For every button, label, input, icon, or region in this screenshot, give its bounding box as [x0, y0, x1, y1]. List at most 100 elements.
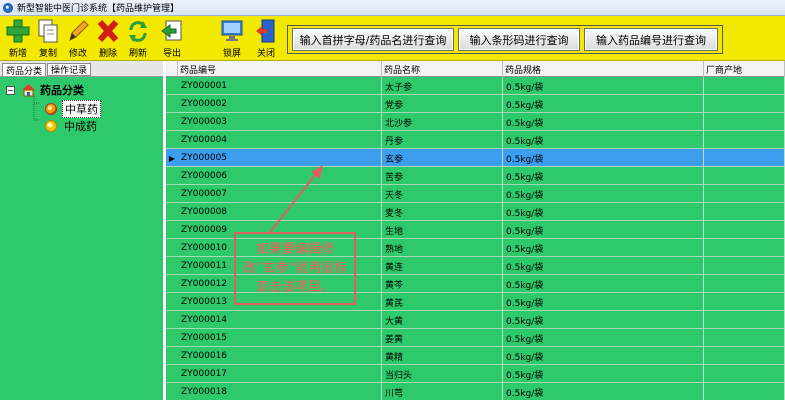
- cell-name[interactable]: 黄精: [382, 347, 503, 365]
- cell-code[interactable]: ZY000006: [178, 167, 382, 185]
- tab-operation-log[interactable]: 操作记录: [47, 63, 92, 76]
- row-selector[interactable]: [166, 113, 178, 131]
- cell-name[interactable]: 大黄: [382, 311, 503, 329]
- column-header-origin[interactable]: 厂商产地: [704, 61, 785, 77]
- cell-spec[interactable]: 0.5kg/袋: [503, 113, 704, 131]
- tree-item-herbal[interactable]: 中草药: [45, 100, 101, 118]
- cell-name[interactable]: 黄芩: [382, 275, 503, 293]
- cell-origin[interactable]: [704, 329, 785, 347]
- query-barcode-button[interactable]: 输入条形码进行查询: [458, 28, 580, 51]
- cell-spec[interactable]: 0.5kg/袋: [503, 131, 704, 149]
- row-selector[interactable]: [166, 185, 178, 203]
- delete-button[interactable]: 删除: [94, 18, 122, 60]
- cell-code[interactable]: ZY000018: [178, 383, 382, 400]
- cell-origin[interactable]: [704, 275, 785, 293]
- tree-item-patent[interactable]: 中成药: [45, 118, 99, 134]
- cell-spec[interactable]: 0.5kg/袋: [503, 185, 704, 203]
- row-selector[interactable]: [166, 275, 178, 293]
- cell-spec[interactable]: 0.5kg/袋: [503, 347, 704, 365]
- export-button[interactable]: 导出: [158, 18, 186, 60]
- cell-origin[interactable]: [704, 257, 785, 275]
- cell-origin[interactable]: [704, 167, 785, 185]
- table-row[interactable]: ZY000002 党参 0.5kg/袋: [166, 95, 785, 113]
- table-row[interactable]: ZY000014 大黄 0.5kg/袋: [166, 311, 785, 329]
- table-row[interactable]: ZY000001 太子参 0.5kg/袋: [166, 77, 785, 95]
- cell-name[interactable]: 黄芪: [382, 293, 503, 311]
- close-button[interactable]: 关闭: [252, 18, 280, 60]
- table-row[interactable]: ZY000007 天冬 0.5kg/袋: [166, 185, 785, 203]
- cell-name[interactable]: 天冬: [382, 185, 503, 203]
- copy-button[interactable]: 复制: [34, 18, 62, 60]
- column-header-name[interactable]: 药品名称: [382, 61, 503, 77]
- cell-code[interactable]: ZY000004: [178, 131, 382, 149]
- cell-spec[interactable]: 0.5kg/袋: [503, 383, 704, 400]
- cell-name[interactable]: 川芎: [382, 383, 503, 400]
- cell-spec[interactable]: 0.5kg/袋: [503, 167, 704, 185]
- cell-name[interactable]: 丹参: [382, 131, 503, 149]
- refresh-button[interactable]: 刷新: [124, 18, 152, 60]
- lock-screen-button[interactable]: 锁屏: [218, 18, 246, 60]
- collapse-icon[interactable]: −: [6, 85, 15, 95]
- table-row[interactable]: ZY000017 当归头 0.5kg/袋: [166, 365, 785, 383]
- cell-code[interactable]: ZY000007: [178, 185, 382, 203]
- row-selector[interactable]: [166, 221, 178, 239]
- cell-spec[interactable]: 0.5kg/袋: [503, 95, 704, 113]
- cell-code[interactable]: ZY000002: [178, 95, 382, 113]
- query-pinyin-button[interactable]: 输入首拼字母/药品名进行查询: [292, 28, 454, 51]
- cell-name[interactable]: 北沙参: [382, 113, 503, 131]
- cell-origin[interactable]: [704, 77, 785, 95]
- row-selector[interactable]: [166, 131, 178, 149]
- cell-code[interactable]: ZY000005: [178, 149, 382, 167]
- column-header-code[interactable]: 药品编号: [178, 61, 382, 77]
- cell-code[interactable]: ZY000016: [178, 347, 382, 365]
- tab-category[interactable]: 药品分类: [2, 63, 47, 77]
- row-selector[interactable]: [166, 383, 178, 400]
- row-selector[interactable]: [166, 293, 178, 311]
- medicine-grid[interactable]: 药品编号 药品名称 药品规格 厂商产地 ZY000001 太子参 0.5kg/袋 ZY…: [166, 61, 785, 400]
- cell-name[interactable]: 生地: [382, 221, 503, 239]
- cell-spec[interactable]: 0.5kg/袋: [503, 239, 704, 257]
- cell-name[interactable]: 党参: [382, 95, 503, 113]
- cell-spec[interactable]: 0.5kg/袋: [503, 257, 704, 275]
- cell-name[interactable]: 黄连: [382, 257, 503, 275]
- row-selector[interactable]: ▶: [166, 149, 178, 167]
- row-selector[interactable]: [166, 203, 178, 221]
- cell-origin[interactable]: [704, 293, 785, 311]
- cell-code[interactable]: ZY000003: [178, 113, 382, 131]
- cell-code[interactable]: ZY000015: [178, 329, 382, 347]
- cell-name[interactable]: 玄参: [382, 149, 503, 167]
- table-row[interactable]: ZY000008 麦冬 0.5kg/袋: [166, 203, 785, 221]
- cell-code[interactable]: ZY000001: [178, 77, 382, 95]
- cell-spec[interactable]: 0.5kg/袋: [503, 221, 704, 239]
- cell-name[interactable]: 熟地: [382, 239, 503, 257]
- row-selector[interactable]: [166, 311, 178, 329]
- edit-button[interactable]: 修改: [64, 18, 92, 60]
- cell-code[interactable]: ZY000008: [178, 203, 382, 221]
- cell-spec[interactable]: 0.5kg/袋: [503, 203, 704, 221]
- table-row[interactable]: ZY000015 姜黄 0.5kg/袋: [166, 329, 785, 347]
- cell-spec[interactable]: 0.5kg/袋: [503, 77, 704, 95]
- cell-origin[interactable]: [704, 113, 785, 131]
- row-selector[interactable]: [166, 347, 178, 365]
- cell-name[interactable]: 当归头: [382, 365, 503, 383]
- row-selector[interactable]: [166, 167, 178, 185]
- cell-origin[interactable]: [704, 311, 785, 329]
- cell-origin[interactable]: [704, 185, 785, 203]
- cell-origin[interactable]: [704, 383, 785, 400]
- cell-origin[interactable]: [704, 347, 785, 365]
- column-header-spec[interactable]: 药品规格: [503, 61, 704, 77]
- table-row[interactable]: ZY000006 苦参 0.5kg/袋: [166, 167, 785, 185]
- cell-spec[interactable]: 0.5kg/袋: [503, 149, 704, 167]
- cell-code[interactable]: ZY000014: [178, 311, 382, 329]
- cell-origin[interactable]: [704, 221, 785, 239]
- cell-spec[interactable]: 0.5kg/袋: [503, 311, 704, 329]
- cell-name[interactable]: 姜黄: [382, 329, 503, 347]
- row-selector[interactable]: [166, 239, 178, 257]
- row-selector[interactable]: [166, 257, 178, 275]
- cell-name[interactable]: 苦参: [382, 167, 503, 185]
- cell-spec[interactable]: 0.5kg/袋: [503, 275, 704, 293]
- cell-origin[interactable]: [704, 149, 785, 167]
- row-selector[interactable]: [166, 365, 178, 383]
- cell-code[interactable]: ZY000017: [178, 365, 382, 383]
- cell-origin[interactable]: [704, 365, 785, 383]
